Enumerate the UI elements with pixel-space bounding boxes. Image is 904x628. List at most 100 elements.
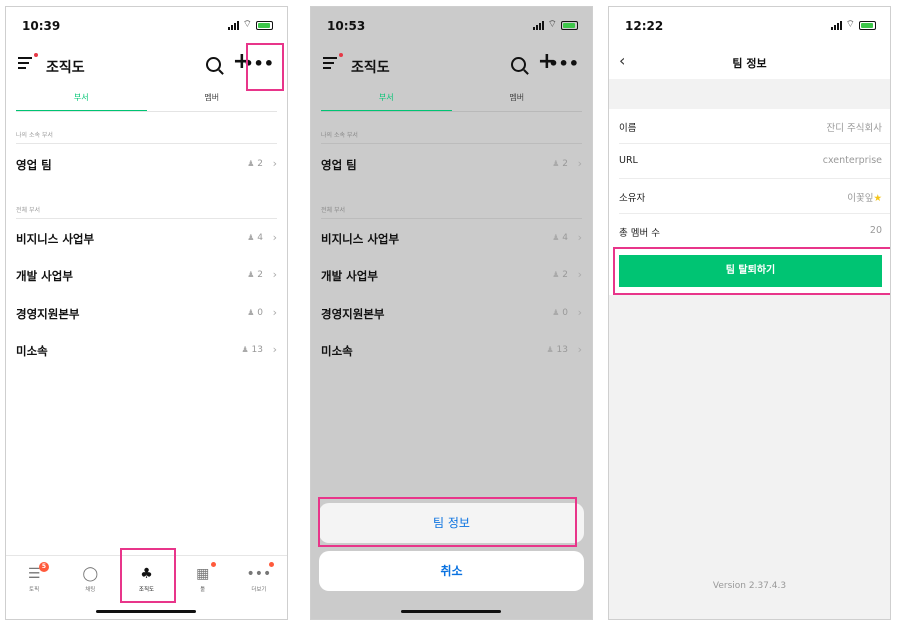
status-icons: ⌔ (227, 19, 273, 30)
member-count: ♟ 13 (241, 345, 264, 355)
top-bar: 조직도 + ••• (311, 49, 592, 83)
topic-icon: ☰ (27, 566, 41, 582)
notification-dot (339, 53, 343, 57)
chevron-right-icon: › (577, 306, 582, 319)
battery-icon (256, 20, 273, 30)
dept-name: 미소속 (321, 344, 353, 358)
chevron-right-icon: › (272, 231, 277, 244)
tab-bar: 부서 멤버 (16, 87, 277, 112)
info-row: URL cxenterprise (619, 144, 890, 179)
nav-chat[interactable]: ◯ 채팅 (62, 556, 118, 606)
person-icon: ♟ (247, 159, 255, 168)
tab-departments: 부서 (321, 87, 452, 111)
team-info-list: 이름 잔디 주식회사 URL cxenterprise 소유자 이꽃잎★ 총 멤… (609, 109, 890, 248)
row-key: 소유자 (619, 193, 646, 204)
page-title: 팀 정보 (732, 57, 767, 70)
nav-label: 툴 (200, 587, 206, 593)
app-version: Version 2.37.4.3 (712, 581, 787, 591)
row-value: 20 (869, 225, 882, 236)
tab-departments[interactable]: 부서 (16, 87, 147, 111)
status-time: 12:22 (625, 19, 664, 33)
star-icon: ★ (873, 193, 882, 204)
battery-icon (561, 20, 578, 30)
highlight-team-info (318, 497, 577, 547)
list-item[interactable]: 개발 사업부 ♟ 2 › (16, 268, 277, 288)
dept-name: 미소속 (16, 344, 48, 358)
person-icon: ♟ (552, 308, 560, 317)
signal-icon (532, 20, 544, 30)
section-my-departments: 나의 소속 부서 (16, 130, 277, 144)
page-title: 조직도 (351, 60, 390, 76)
home-indicator (96, 610, 196, 613)
list-item[interactable]: 경영지원본부 ♟ 0 › (16, 306, 277, 326)
member-count: ♟ 0 (552, 308, 568, 318)
page-title: 조직도 (46, 60, 85, 76)
dept-name: 영업 팀 (16, 158, 52, 172)
dept-name: 비지니스 사업부 (321, 232, 400, 246)
cancel-button[interactable]: 취소 (319, 551, 584, 591)
member-count: ♟ 4 (552, 233, 568, 243)
topic-badge: 5 (39, 562, 49, 572)
dept-name: 경영지원본부 (321, 307, 385, 321)
section-all-departments: 전체 부서 (16, 205, 277, 219)
list-item: 비지니스 사업부 ♟ 4 › (321, 231, 582, 251)
screen-team-info: 12:22 ⌔ ‹ 팀 정보 이름 잔디 주식회사 URL cxenterpri… (608, 6, 891, 620)
chevron-right-icon: › (577, 231, 582, 244)
wifi-icon: ⌔ (242, 19, 252, 30)
status-time: 10:53 (327, 19, 366, 33)
list-item[interactable]: 영업 팀 ♟ 2 › (16, 157, 277, 177)
more-dots-icon: ••• (246, 566, 272, 582)
person-icon: ♟ (552, 270, 560, 279)
list-item: 개발 사업부 ♟ 2 › (321, 268, 582, 288)
section-my-departments: 나의 소속 부서 (321, 130, 582, 144)
list-item[interactable]: 비지니스 사업부 ♟ 4 › (16, 231, 277, 251)
row-value: 잔디 주식회사 (826, 123, 882, 134)
list-item[interactable]: 미소속 ♟ 13 › (16, 343, 277, 363)
status-bar: 10:39 ⌔ (6, 7, 287, 45)
tab-members: 멤버 (509, 93, 525, 102)
dept-name: 개발 사업부 (16, 269, 73, 283)
dept-name: 비지니스 사업부 (16, 232, 95, 246)
row-key: URL (619, 155, 638, 166)
status-bar: 12:22 ⌔ (609, 7, 890, 45)
more-icon: ••• (548, 54, 579, 73)
tools-dot (210, 562, 216, 567)
more-dot (268, 562, 274, 567)
list-item: 영업 팀 ♟ 2 › (321, 157, 582, 177)
chevron-right-icon: › (272, 157, 277, 170)
member-count: ♟ 2 (552, 270, 568, 280)
status-time: 10:39 (22, 19, 61, 33)
tab-bar: 부서 멤버 (321, 87, 582, 112)
dept-name: 경영지원본부 (16, 307, 80, 321)
wifi-icon: ⌔ (845, 19, 855, 30)
nav-label: 더보기 (251, 587, 267, 593)
screen-org-chart: 10:39 ⌔ 조직도 + ••• 부서 멤버 나의 소속 부서 영업 팀 ♟ … (5, 6, 288, 620)
notification-dot (34, 53, 38, 57)
info-row: 소유자 이꽃잎★ (619, 179, 890, 214)
dept-name: 개발 사업부 (321, 269, 378, 283)
wifi-icon: ⌔ (547, 19, 557, 30)
nav-tools[interactable]: ▦ 툴 (175, 556, 231, 606)
nav-topic[interactable]: ☰ 5 토픽 (6, 556, 62, 606)
member-count: ♟ 0 (247, 308, 263, 318)
chevron-right-icon: › (577, 268, 582, 281)
person-icon: ♟ (552, 159, 560, 168)
search-icon[interactable] (206, 57, 221, 72)
row-value: 이꽃잎★ (847, 193, 882, 204)
chevron-right-icon: › (577, 343, 582, 356)
info-row: 이름 잔디 주식회사 (619, 109, 890, 144)
signal-icon (227, 20, 239, 30)
person-icon: ♟ (247, 308, 255, 317)
top-bar: 조직도 + ••• (6, 49, 287, 83)
signal-icon (830, 20, 842, 30)
row-value: cxenterprise (822, 155, 882, 166)
menu-icon (323, 57, 337, 72)
menu-icon[interactable] (18, 57, 32, 72)
list-item: 미소속 ♟ 13 › (321, 343, 582, 363)
highlight-org-chart-tab (120, 548, 176, 603)
chevron-right-icon: › (272, 268, 277, 281)
member-count: ♟ 2 (247, 270, 263, 280)
section-all-departments: 전체 부서 (321, 205, 582, 219)
person-icon: ♟ (247, 233, 255, 242)
nav-more[interactable]: ••• 더보기 (231, 556, 287, 606)
